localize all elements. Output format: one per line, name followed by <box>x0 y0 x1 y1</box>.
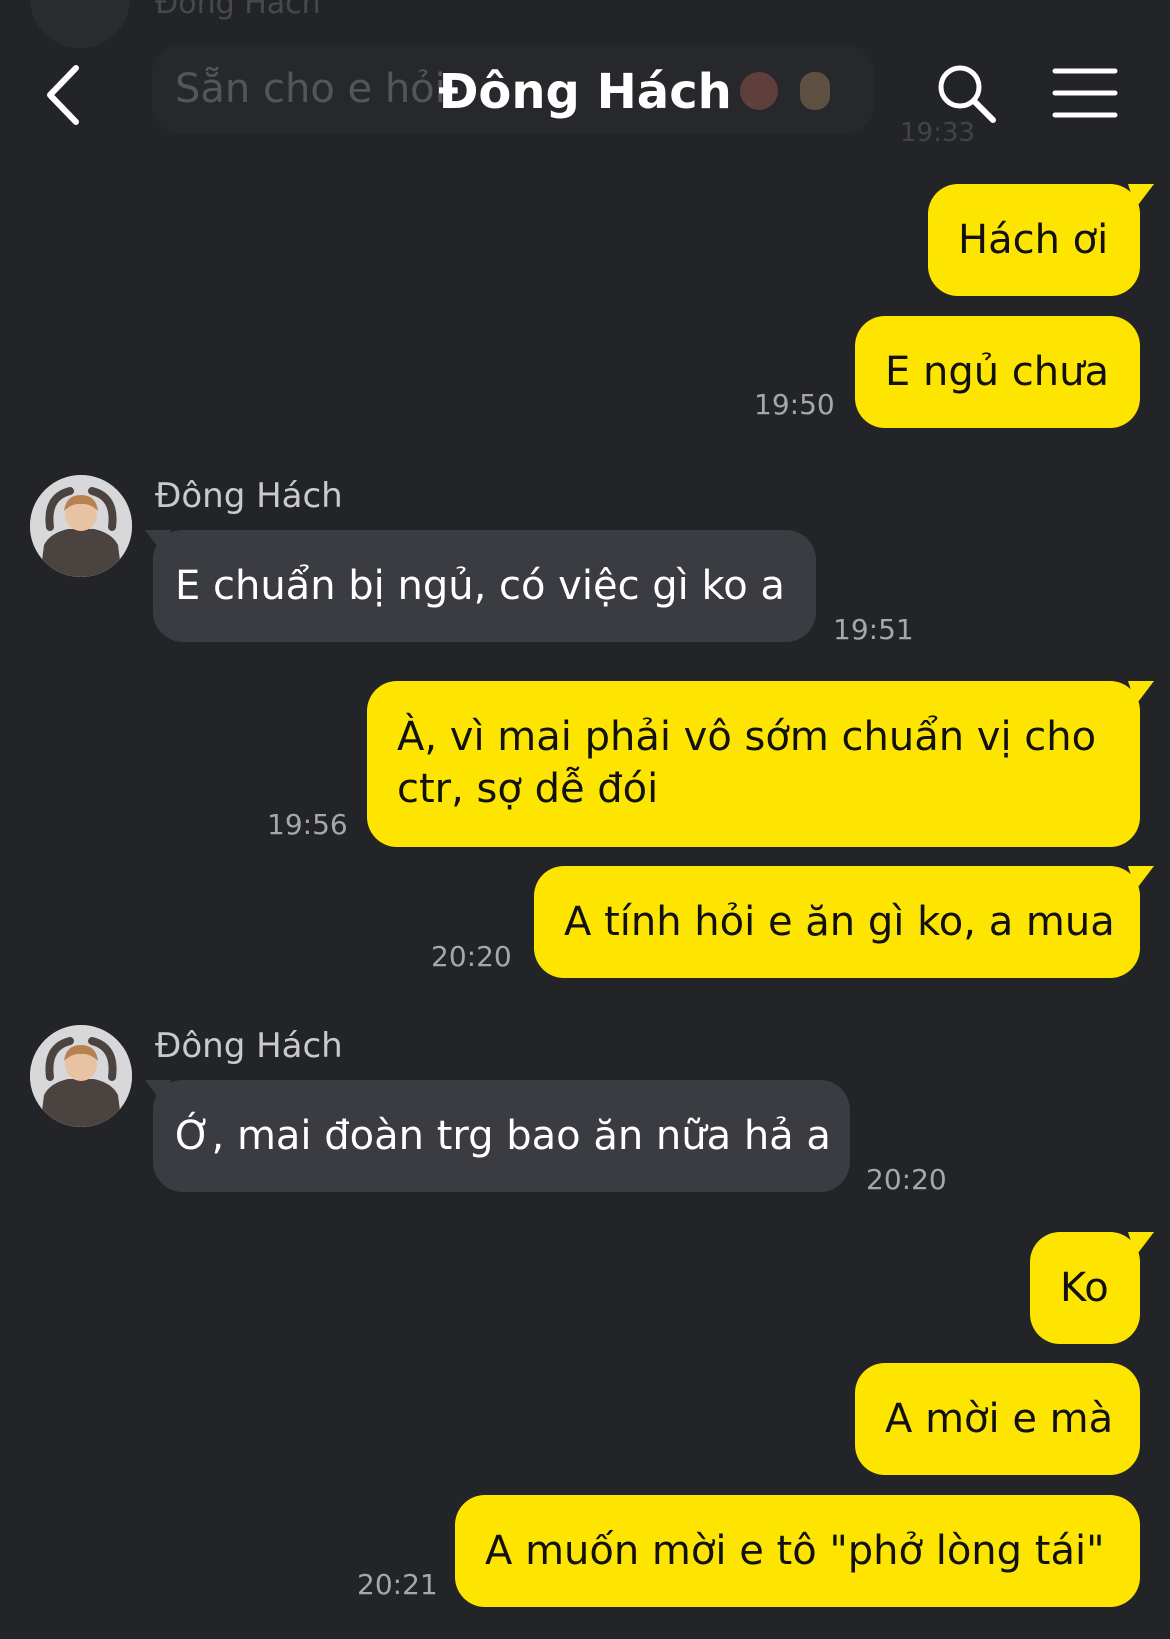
message-text: A tính hỏi e ăn gì ko, a mua <box>564 899 1115 945</box>
message-bubble-outgoing[interactable]: A mời e mà <box>855 1363 1140 1475</box>
avatar[interactable] <box>30 1025 132 1127</box>
message-bubble-incoming[interactable]: Ớ, mai đoàn trg bao ăn nữa hả a <box>153 1080 850 1192</box>
message-time: 19:51 <box>833 613 914 646</box>
message-time: 20:21 <box>357 1568 438 1601</box>
hamburger-menu-icon <box>1052 68 1118 118</box>
previous-sender-name: Đông Hách <box>155 0 321 21</box>
message-bubble-outgoing[interactable]: E ngủ chưa <box>855 316 1140 428</box>
sender-name: Đông Hách <box>155 476 343 516</box>
message-bubble-outgoing[interactable]: Ko <box>1030 1232 1140 1344</box>
message-text: Ko <box>1060 1265 1109 1311</box>
message-text: A muốn mời e tô "phở lòng tái" <box>485 1528 1105 1574</box>
menu-button[interactable] <box>1052 66 1118 120</box>
message-time: 19:56 <box>267 808 348 841</box>
avatar-photo <box>30 1025 132 1127</box>
message-bubble-outgoing[interactable]: Hách ơi <box>928 184 1140 296</box>
message-text: Ớ, mai đoàn trg bao ăn nữa hả a <box>175 1113 831 1159</box>
message-time: 20:20 <box>431 940 512 973</box>
previous-avatar <box>30 0 130 48</box>
message-time: 20:20 <box>866 1163 947 1196</box>
message-text: E chuẩn bị ngủ, có việc gì ko a <box>175 563 785 609</box>
message-text: Hách ơi <box>958 217 1109 263</box>
message-bubble-outgoing[interactable]: A muốn mời e tô "phở lòng tái" <box>455 1495 1140 1607</box>
search-button[interactable] <box>935 62 997 124</box>
message-text-line: ctr, sợ dễ đói <box>397 766 659 812</box>
avatar[interactable] <box>30 475 132 577</box>
message-time: 19:50 <box>754 388 835 421</box>
search-icon <box>938 65 996 123</box>
message-text-line: À, vì mai phải vô sớm chuẩn vị cho <box>397 714 1097 760</box>
sender-name: Đông Hách <box>155 1026 343 1066</box>
message-bubble-incoming[interactable]: E chuẩn bị ngủ, có việc gì ko a <box>153 530 816 642</box>
avatar-photo <box>30 475 132 577</box>
message-text: A mời e mà <box>885 1396 1114 1442</box>
message-bubble-outgoing[interactable]: À, vì mai phải vô sớm chuẩn vị cho ctr, … <box>367 681 1140 847</box>
message-bubble-outgoing[interactable]: A tính hỏi e ăn gì ko, a mua <box>534 866 1140 978</box>
message-text: E ngủ chưa <box>885 349 1110 395</box>
